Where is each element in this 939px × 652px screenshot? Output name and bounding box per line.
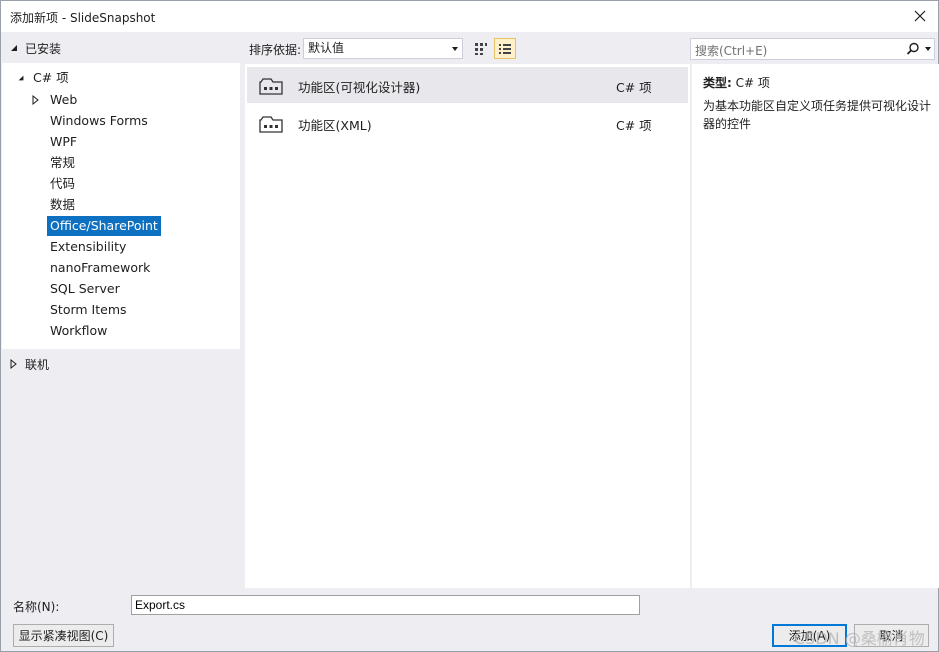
- sort-dropdown[interactable]: 默认值: [303, 38, 463, 59]
- tree-item-label: Web: [50, 92, 78, 107]
- tree-root-label: C# 项: [33, 70, 69, 85]
- cancel-button[interactable]: 取消: [854, 624, 929, 647]
- installed-section-header[interactable]: 已安装: [9, 37, 61, 59]
- template-row-ribbon-xml[interactable]: 功能区(XML) C# 项: [247, 105, 688, 141]
- ribbon-icon: [259, 116, 283, 133]
- search-icon: [906, 42, 919, 55]
- tree-item-data[interactable]: 数据: [47, 195, 78, 215]
- window-title: 添加新项 - SlideSnapshot: [10, 11, 156, 25]
- compact-view-button[interactable]: 显示紧凑视图(C): [13, 624, 114, 647]
- title-bar: 添加新项 - SlideSnapshot: [1, 1, 938, 32]
- template-row-ribbon-visual-designer[interactable]: 功能区(可视化设计器) C# 项: [247, 67, 688, 103]
- tree-item-storm-items[interactable]: Storm Items: [47, 300, 130, 320]
- type-value: C# 项: [735, 76, 770, 90]
- template-name: 功能区(可视化设计器): [298, 80, 421, 95]
- type-label: 类型:: [703, 76, 732, 90]
- template-language: C# 项: [616, 118, 652, 133]
- expand-triangle-icon: [10, 359, 17, 369]
- tree-item-sql-server[interactable]: SQL Server: [47, 279, 123, 299]
- template-list: 功能区(可视化设计器) C# 项 功能区(XML) C# 项: [245, 64, 690, 588]
- installed-label: 已安装: [25, 41, 62, 56]
- list-view-icon: [499, 43, 511, 54]
- tree-item-nanoframework[interactable]: nanoFramework: [47, 258, 153, 278]
- template-description: 为基本功能区自定义项任务提供可视化设计器的控件: [703, 99, 932, 131]
- online-section-header[interactable]: 联机: [9, 353, 49, 375]
- online-label: 联机: [25, 357, 50, 372]
- type-line: 类型: C# 项: [703, 74, 770, 91]
- search-options-button[interactable]: [922, 39, 934, 59]
- tree-item-extensibility[interactable]: Extensibility: [47, 237, 129, 257]
- grid-view-icon: [475, 42, 487, 55]
- expand-triangle-icon: [32, 95, 39, 105]
- sort-value: 默认值: [308, 41, 345, 55]
- chevron-down-icon: [925, 47, 931, 51]
- add-new-item-dialog: 添加新项 - SlideSnapshot 已安装 C# 项 Web Window…: [0, 0, 939, 652]
- name-field[interactable]: [131, 595, 640, 615]
- details-panel: 类型: C# 项 为基本功能区自定义项任务提供可视化设计器的控件: [691, 64, 939, 588]
- category-tree: C# 项 Web Windows Forms WPF 常规 代码 数据 Offi…: [2, 63, 240, 349]
- collapse-triangle-icon: [18, 75, 24, 81]
- tree-item-office-sharepoint[interactable]: Office/SharePoint: [47, 216, 161, 236]
- tree-item-web[interactable]: Web: [32, 90, 80, 110]
- tree-item-csharp[interactable]: C# 项: [14, 68, 72, 88]
- tree-item-workflow[interactable]: Workflow: [47, 321, 110, 341]
- tree-item-wpf[interactable]: WPF: [47, 132, 80, 152]
- name-label: 名称(N):: [13, 600, 60, 614]
- collapse-triangle-icon: [11, 45, 17, 51]
- tree-item-code[interactable]: 代码: [47, 174, 78, 194]
- search-input[interactable]: 搜索(Ctrl+E): [690, 38, 935, 60]
- sort-label: 排序依据:: [249, 43, 302, 57]
- template-language: C# 项: [616, 80, 652, 95]
- search-placeholder: 搜索(Ctrl+E): [695, 44, 768, 58]
- close-icon: [914, 10, 926, 22]
- ribbon-icon: [259, 78, 283, 95]
- close-button[interactable]: [908, 5, 932, 27]
- grid-view-button[interactable]: [470, 38, 492, 59]
- add-button[interactable]: 添加(A): [772, 624, 847, 647]
- template-name: 功能区(XML): [298, 118, 372, 133]
- chevron-down-icon: [452, 47, 458, 51]
- list-view-button[interactable]: [494, 38, 516, 59]
- tree-item-windows-forms[interactable]: Windows Forms: [47, 111, 151, 131]
- tree-item-general[interactable]: 常规: [47, 153, 78, 173]
